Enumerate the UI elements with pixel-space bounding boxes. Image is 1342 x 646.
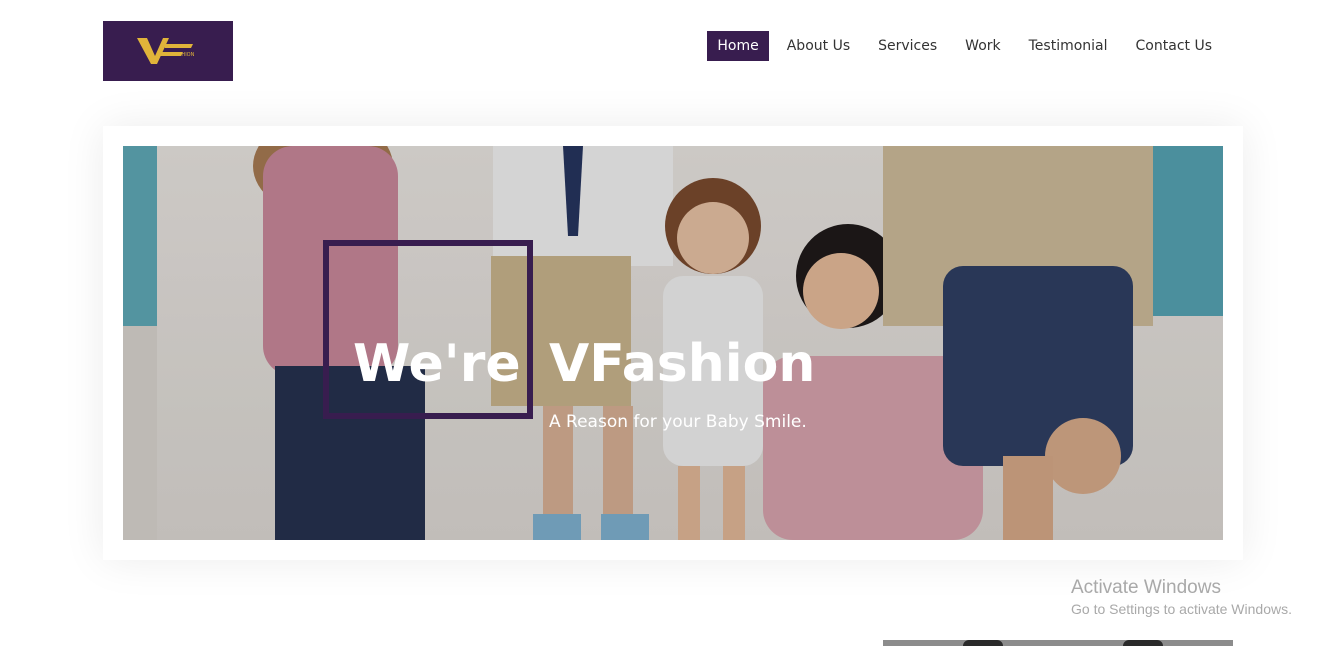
watermark-title: Activate Windows — [1071, 577, 1221, 598]
nav-about-us[interactable]: About Us — [777, 31, 860, 61]
nav-services[interactable]: Services — [868, 31, 947, 61]
site-logo[interactable]: VFASHION — [103, 21, 233, 81]
hero-section: We're VFashion A Reason for your Baby Sm… — [103, 126, 1243, 560]
logo-text: VFASHION — [169, 52, 195, 58]
watermark-subtitle: Go to Settings to activate Windows. — [1071, 601, 1292, 617]
hero-tagline: A Reason for your Baby Smile. — [549, 412, 807, 432]
hero-title-part1: We're — [353, 334, 521, 394]
windows-activation-watermark: Activate Windows Go to Settings to activ… — [1071, 576, 1292, 618]
hero-title-brand: VFashion — [549, 334, 816, 394]
hero-image: We're VFashion A Reason for your Baby Sm… — [123, 146, 1223, 540]
page: VFASHION Home About Us Services Work Tes… — [0, 0, 1342, 646]
nav-testimonial[interactable]: Testimonial — [1019, 31, 1118, 61]
nav-home[interactable]: Home — [707, 31, 769, 61]
nav-work[interactable]: Work — [955, 31, 1010, 61]
nav-contact-us[interactable]: Contact Us — [1126, 31, 1222, 61]
vfashion-logo-icon: VFASHION — [137, 38, 195, 64]
main-nav: Home About Us Services Work Testimonial … — [699, 31, 1222, 61]
next-section-image — [883, 640, 1233, 646]
